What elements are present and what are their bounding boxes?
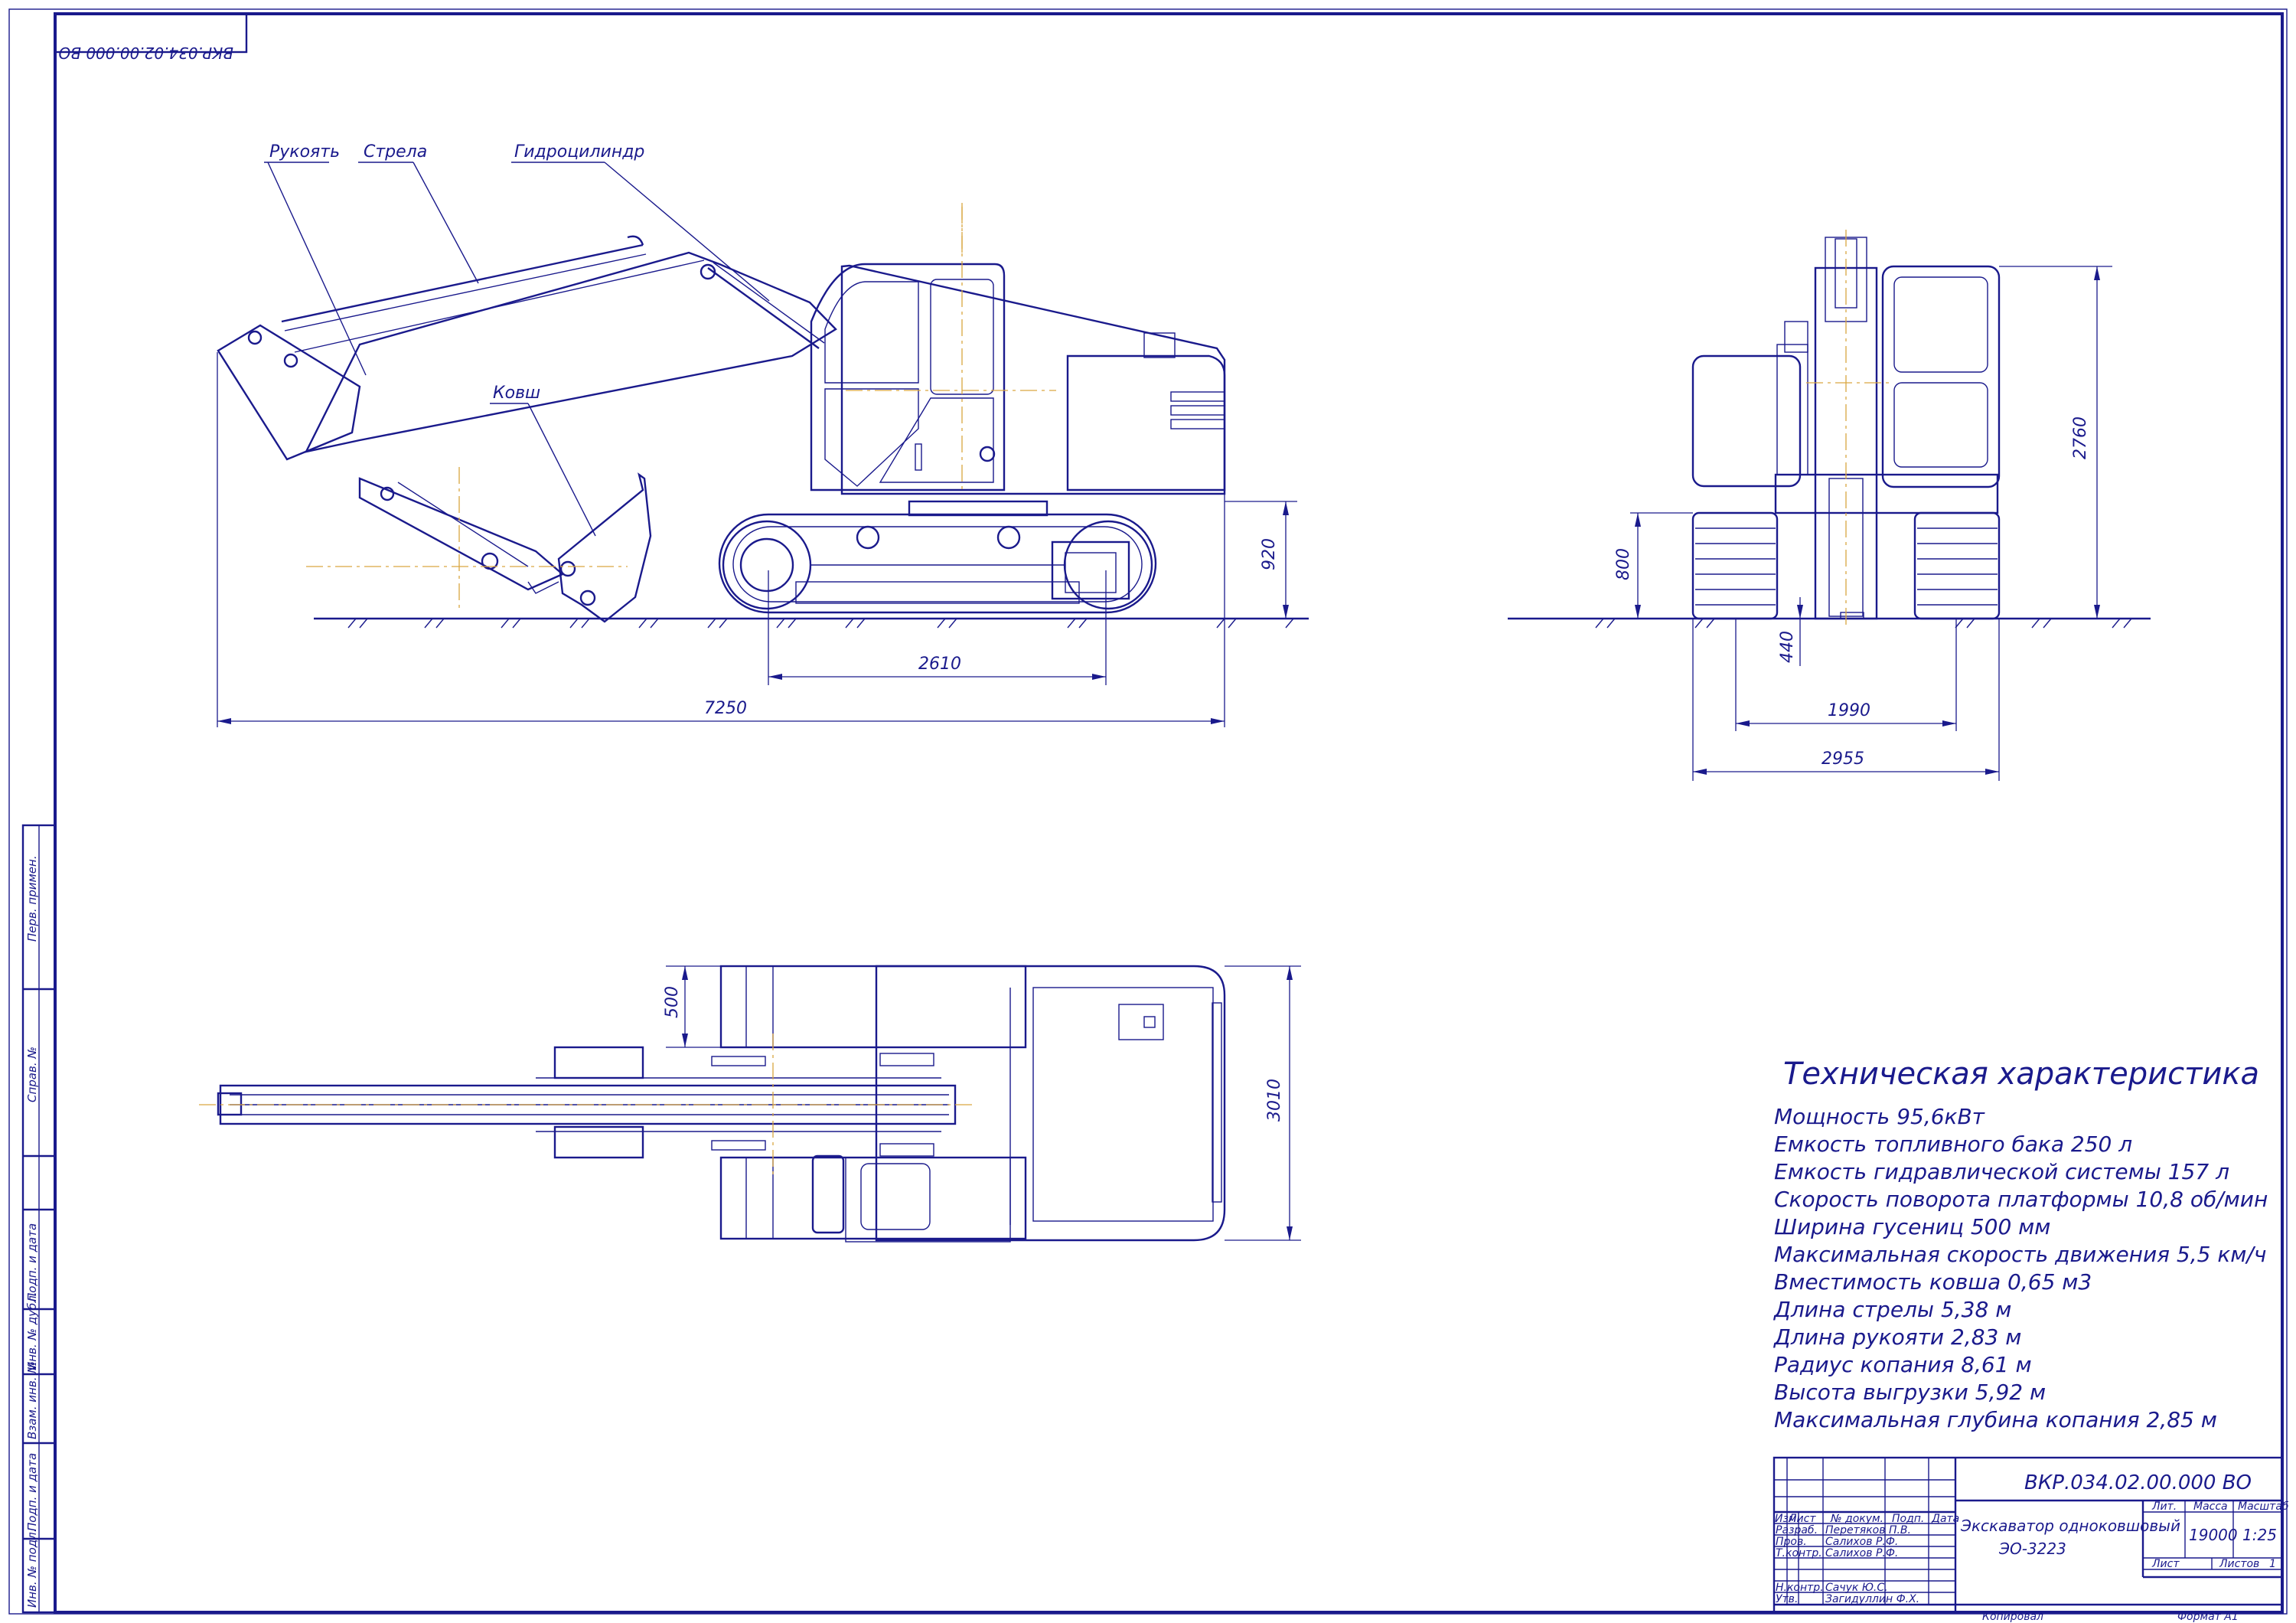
spec-line: Ширина гусениц 500 мм [1774,1214,2050,1239]
side-view: Рукоять Стрела Гидроцилиндр Ковш 7250 26… [217,142,1309,727]
tb-role-razrab: Разраб. [1776,1524,1818,1536]
stamp-podp-data-2: Подп. и дата [25,1453,39,1531]
tb-col-doc: № докум. [1830,1513,1883,1525]
tb-name-tkontr: Салихов Р.Ф. [1825,1547,1898,1559]
tb-name-utv: Загидуллин Ф.Х. [1825,1593,1919,1605]
stamp-vzam-inv: Взам. инв. № [25,1361,39,1439]
designation-stamp: ВКР.034.02.00.000 ВО [54,12,248,62]
title-block: ВКР.034.02.00.000 ВО Экскаватор одноковш… [1773,1456,2289,1623]
tb-name-line1: Экскаватор одноковшовый [1960,1517,2180,1535]
tb-scale: 1:25 [2242,1526,2277,1544]
dim-track-base: 2610 [918,655,961,674]
tb-sheets-label: Листов [2219,1558,2259,1570]
tech-specs: Техническая характеристика Мощность 95,6… [1773,1056,2268,1432]
dim-ground-clearance: 440 [1778,631,1797,663]
tb-format: Формат А1 [2177,1611,2239,1623]
tb-mass: 19000 [2189,1526,2238,1544]
tb-name-razrab: Перетяков П.В. [1825,1524,1911,1536]
stamp-podp-data-1: Подп. и дата [25,1223,39,1301]
dim-top-overall-width: 3010 [1265,1079,1284,1122]
dim-overall-length: 7250 [704,699,747,718]
stamp-perv-primen: Перв. примен. [25,855,39,942]
tb-copied: Копировал [1982,1611,2043,1623]
designation-stamp-text: ВКР.034.02.00.000 ВО [59,44,233,62]
tb-role-utv: Утв. [1776,1593,1798,1605]
spec-line: Радиус копания 8,61 м [1774,1352,2032,1377]
label-bucket: Ковш [493,384,540,403]
spec-line: Высота выгрузки 5,92 м [1774,1380,2046,1405]
dim-track-width: 500 [663,986,682,1018]
dim-track-gauge: 1990 [1828,701,1870,720]
dim-front-overall-height: 2760 [2071,416,2090,459]
label-arm: Рукоять [269,142,340,162]
dim-track-height: 800 [1614,548,1633,580]
tb-sheet-label: Лист [2151,1558,2180,1570]
spec-line: Емкость гидравлической системы 157 л [1774,1159,2229,1184]
dim-front-overall-width: 2955 [1821,749,1864,769]
tb-role-tkontr: Т.контр. [1776,1547,1822,1559]
tb-sheets: 1 [2269,1558,2276,1570]
side-stamp: Перв. примен. Справ. № Подп. и дата Инв.… [21,824,57,1614]
tb-col-list: Лист [1788,1513,1816,1525]
tb-lit-label: Лит. [2151,1501,2177,1513]
tb-col-date: Дата [1931,1513,1959,1525]
tb-name-prov: Салихов Р.Ф. [1825,1536,1898,1548]
dim-clearance: 920 [1260,538,1279,570]
label-cylinder: Гидроцилиндр [514,142,644,162]
stamp-inv-podl: Инв. № подл. [25,1529,39,1608]
spec-line: Длина стрелы 5,38 м [1773,1297,2011,1322]
spec-line: Мощность 95,6кВт [1774,1104,1985,1129]
technical-drawing: ВКР.034.02.00.000 ВО Перв. примен. Справ… [8,8,2289,1623]
tb-role-prov: Пров. [1776,1536,1807,1548]
stamp-inv-dubl: Инв. № дубл. [25,1292,39,1370]
spec-line: Максимальная глубина копания 2,85 м [1774,1407,2217,1432]
front-view: 2760 800 440 1990 2955 [1508,230,2151,781]
tb-role-nkontr: Н.контр. [1776,1582,1824,1594]
tb-name-line2: ЭО-3223 [1998,1540,2066,1558]
spec-line: Максимальная скорость движения 5,5 км/ч [1774,1242,2266,1267]
specs-title: Техническая характеристика [1783,1056,2259,1092]
spec-line: Скорость поворота платформы 10,8 об/мин [1774,1187,2268,1212]
tb-designation: ВКР.034.02.00.000 ВО [2024,1471,2252,1494]
tb-col-sign: Подп. [1892,1513,1924,1525]
spec-line: Вместимость ковша 0,65 м3 [1774,1269,2092,1295]
spec-line: Длина рукояти 2,83 м [1773,1324,2021,1350]
stamp-sprav: Справ. № [25,1047,39,1102]
label-boom: Стрела [364,142,427,162]
tb-scale-label: Масштаб [2238,1501,2289,1513]
spec-line: Емкость топливного бака 250 л [1774,1132,2132,1157]
tb-name-nkontr: Сачук Ю.С. [1825,1582,1888,1594]
tb-mass-label: Масса [2193,1501,2228,1513]
top-view: 500 3010 [199,965,1301,1243]
